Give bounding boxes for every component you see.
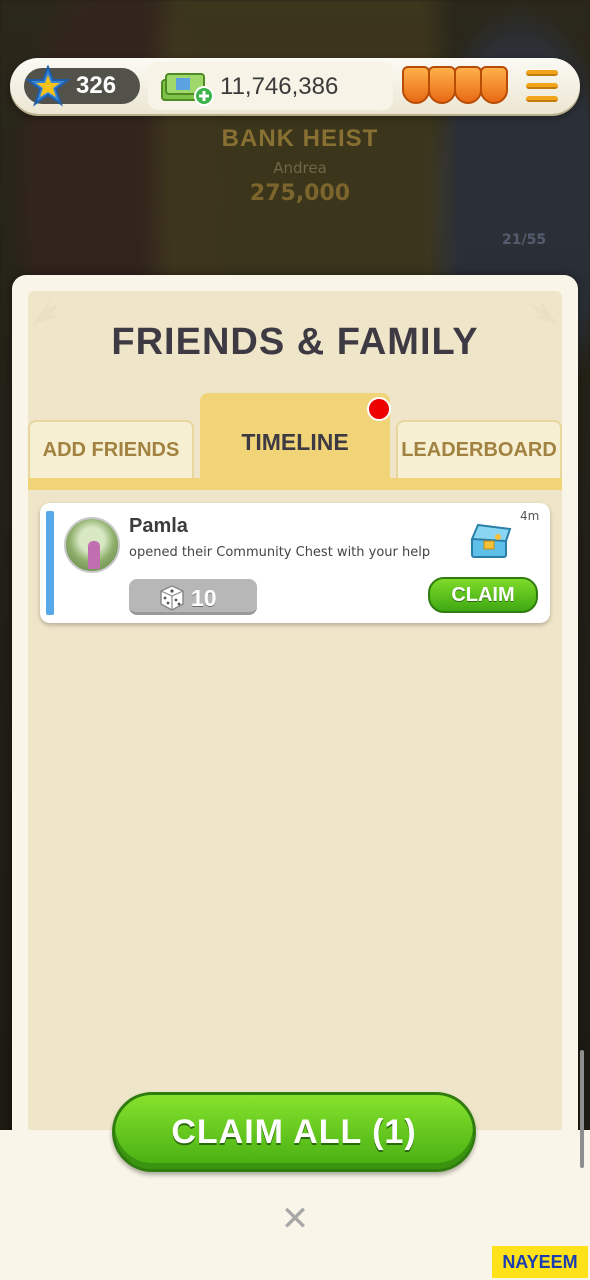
claim-all-button[interactable]: CLAIM ALL (1): [112, 1092, 476, 1172]
dice-icon: [159, 585, 185, 611]
shield-icon: [402, 66, 430, 104]
star-icon: [24, 64, 72, 110]
tab-leaderboard[interactable]: LEADERBOARD: [396, 420, 562, 478]
cash-value: 11,746,386: [220, 73, 339, 100]
cash-stack-icon: [160, 70, 216, 106]
menu-bar: [526, 96, 558, 102]
shield-meter: [402, 66, 512, 106]
event-progress: 21/55: [502, 232, 547, 248]
cash-display[interactable]: 11,746,386: [148, 62, 393, 110]
shield-icon: [428, 66, 456, 104]
card-accent-bar: [46, 511, 54, 615]
tab-timeline[interactable]: TIMELINE: [200, 393, 390, 479]
friend-name: Pamla: [129, 515, 188, 537]
level-value: 326: [76, 72, 117, 99]
dice-reward: 10: [129, 579, 257, 615]
community-chest-icon: [468, 521, 512, 561]
panel-title: FRIENDS & FAMILY: [111, 321, 479, 363]
close-icon[interactable]: ✕: [278, 1199, 312, 1239]
activity-message: opened their Community Chest with your h…: [129, 545, 431, 560]
notification-dot: [367, 397, 391, 421]
top-hud: 326 11,746,386: [10, 58, 580, 114]
menu-bar: [526, 70, 558, 76]
timeline-card: Pamla opened their Community Chest with …: [40, 503, 550, 623]
event-amount: 275,000: [249, 181, 351, 206]
event-player: Andrea: [273, 159, 327, 177]
reward-amount: 10: [191, 585, 217, 611]
shield-icon: [454, 66, 482, 104]
avatar-figure: [88, 541, 100, 569]
bank-heist-event: BANK HEIST Andrea 275,000: [185, 125, 415, 225]
menu-button[interactable]: [526, 70, 558, 102]
tab-add-friends[interactable]: ADD FRIENDS: [28, 420, 194, 478]
tab-underline: [28, 478, 562, 490]
menu-bar: [526, 83, 558, 89]
watermark: NAYEEM: [492, 1246, 588, 1278]
claim-button[interactable]: CLAIM: [428, 577, 538, 613]
timestamp: 4m: [520, 509, 540, 523]
avatar: [64, 517, 120, 573]
shield-icon: [480, 66, 508, 104]
event-title: BANK HEIST: [221, 125, 379, 152]
scrollbar[interactable]: [580, 1050, 584, 1168]
